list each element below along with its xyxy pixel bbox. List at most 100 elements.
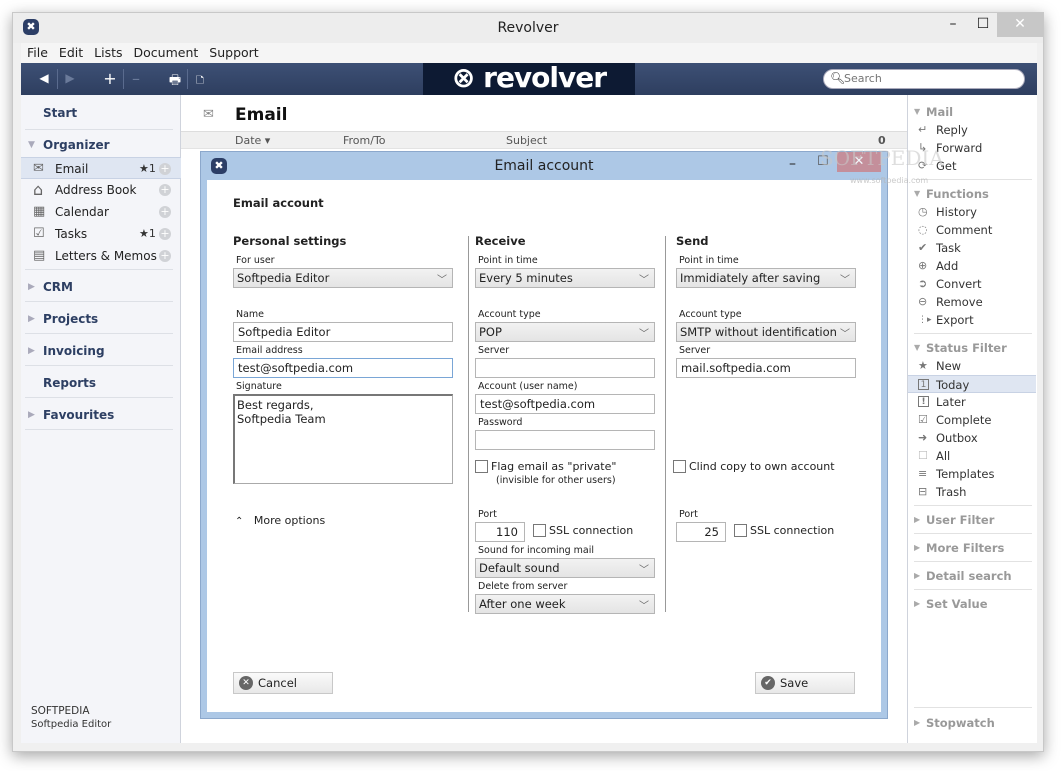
reply-icon: ↵ — [918, 123, 928, 136]
filter-templates[interactable]: ≡ Templates — [908, 465, 1036, 483]
action-history[interactable]: ◷ History — [908, 203, 1036, 221]
copy-own-account-checkbox[interactable] — [673, 460, 686, 473]
more-options-toggle[interactable]: ⌃ More options — [235, 514, 325, 527]
minus-circle-icon: ⊖ — [918, 295, 928, 308]
filter-later[interactable]: ! Later — [908, 393, 1036, 411]
divider — [25, 269, 173, 270]
remove-icon[interactable]: – — [125, 69, 147, 88]
column-date[interactable]: Date ▾ — [235, 134, 270, 147]
search-box[interactable]: 🔍︎ — [823, 69, 1025, 89]
action-label: Reply — [936, 123, 968, 137]
email-address-label: Email address — [236, 345, 303, 356]
signature-label: Signature — [236, 381, 282, 392]
section-stopwatch[interactable]: ▶ Stopwatch — [908, 714, 1034, 732]
section-user-filter[interactable]: ▶ User Filter — [908, 511, 1034, 529]
send-ssl-checkbox[interactable] — [734, 524, 747, 537]
add-circle-icon[interactable]: + — [159, 228, 171, 240]
search-input[interactable] — [844, 72, 1014, 85]
section-detail-search[interactable]: ▶ Detail search — [908, 567, 1034, 585]
email-address-field[interactable]: test@softpedia.com — [233, 358, 453, 378]
section-set-value[interactable]: ▶ Set Value — [908, 595, 1034, 613]
action-remove[interactable]: ⊖ Remove — [908, 293, 1036, 311]
sidebar-section-label: Favourites — [43, 408, 115, 422]
sound-select[interactable]: Default sound ﹀ — [475, 558, 655, 578]
exclamation-icon: ! — [918, 396, 929, 407]
menu-document[interactable]: Document — [128, 43, 204, 60]
sidebar-favourites[interactable]: ▶ Favourites — [21, 403, 171, 427]
sidebar-item-letters-memos[interactable]: ▤ Letters & Memos + — [21, 245, 181, 267]
minimize-button[interactable]: – — [937, 13, 969, 37]
sidebar-invoicing[interactable]: ▶ Invoicing — [21, 339, 171, 363]
account-field[interactable]: test@softpedia.com — [475, 394, 655, 414]
collapsed-arrow-icon: ▶ — [914, 599, 921, 608]
add-circle-icon[interactable]: + — [159, 250, 171, 262]
back-icon[interactable]: ◀ — [33, 71, 55, 85]
password-field[interactable] — [475, 430, 655, 450]
add-icon[interactable]: + — [99, 69, 121, 88]
chevron-down-icon: ﹀ — [840, 329, 850, 340]
add-circle-icon[interactable]: + — [159, 163, 171, 175]
menu-lists[interactable]: Lists — [88, 43, 127, 60]
sidebar-reports[interactable]: Reports — [21, 371, 171, 395]
flag-private-checkbox[interactable] — [475, 460, 488, 473]
filter-today[interactable]: 1 Today — [908, 375, 1036, 393]
send-type-select[interactable]: SMTP without identification ﹀ — [676, 322, 856, 342]
signature-textarea[interactable]: Best regards, Softpedia Team — [233, 394, 453, 484]
send-point-select[interactable]: Immidiately after saving ﹀ — [676, 268, 856, 288]
filter-outbox[interactable]: ➜ Outbox — [908, 429, 1036, 447]
action-reply[interactable]: ↵ Reply — [908, 121, 1036, 139]
section-status-filter[interactable]: ▼ Status Filter — [908, 339, 1034, 357]
menu-file[interactable]: File — [21, 43, 53, 60]
star-badge: ★1 — [139, 227, 156, 240]
maximize-button[interactable]: ☐ — [967, 13, 999, 37]
action-convert[interactable]: ➲ Convert — [908, 275, 1036, 293]
action-comment[interactable]: ◌ Comment — [908, 221, 1036, 239]
action-add[interactable]: ⊕ Add — [908, 257, 1036, 275]
filter-complete[interactable]: ☑ Complete — [908, 411, 1036, 429]
send-server-field[interactable]: mail.softpedia.com — [676, 358, 856, 378]
receive-port-field[interactable]: 110 — [475, 522, 525, 542]
column-from-to[interactable]: From/To — [343, 134, 386, 147]
menu-support[interactable]: Support — [203, 43, 263, 60]
note-icon[interactable]: 🗅 — [189, 71, 211, 92]
receive-point-value: Every 5 minutes — [479, 271, 573, 285]
sidebar-item-tasks[interactable]: ☑ Tasks ★1 + — [21, 223, 181, 245]
delete-select[interactable]: After one week ﹀ — [475, 594, 655, 614]
filter-all[interactable]: ☐ All — [908, 447, 1036, 465]
section-mail[interactable]: ▼ Mail — [908, 103, 1034, 121]
sidebar-start[interactable]: Start — [21, 101, 171, 125]
receive-type-select[interactable]: POP ﹀ — [475, 322, 655, 342]
menu-edit[interactable]: Edit — [53, 43, 88, 60]
sidebar-crm[interactable]: ▶ CRM — [21, 275, 171, 299]
receive-point-select[interactable]: Every 5 minutes ﹀ — [475, 268, 655, 288]
name-field[interactable]: Softpedia Editor — [233, 322, 453, 342]
section-more-filters[interactable]: ▶ More Filters — [908, 539, 1034, 557]
print-icon[interactable]: 🖶 — [164, 71, 186, 93]
filter-new[interactable]: ★ New — [908, 357, 1036, 375]
column-subject[interactable]: Subject — [506, 134, 547, 147]
section-functions[interactable]: ▼ Functions — [908, 185, 1034, 203]
add-circle-icon[interactable]: + — [159, 184, 171, 196]
add-circle-icon[interactable]: + — [159, 206, 171, 218]
forward-icon[interactable]: ▶ — [59, 71, 81, 85]
sidebar-item-email[interactable]: ✉ Email ★1 + — [21, 157, 181, 179]
filter-trash[interactable]: ⊟ Trash — [908, 483, 1036, 501]
save-button[interactable]: ✔ Save — [755, 672, 855, 694]
receive-server-field[interactable] — [475, 358, 655, 378]
action-export[interactable]: ⋮▸ Export — [908, 311, 1036, 329]
close-button[interactable]: ✕ — [997, 13, 1043, 37]
receive-ssl-checkbox[interactable] — [533, 524, 546, 537]
action-task[interactable]: ✔ Task — [908, 239, 1036, 257]
filter-label: Outbox — [936, 431, 978, 445]
dialog-minimize-button[interactable]: – — [789, 156, 796, 172]
cancel-button[interactable]: ✕ Cancel — [233, 672, 333, 694]
calendar-day-icon: 1 — [918, 379, 929, 390]
sidebar-item-address-book[interactable]: ⌂ Address Book + — [21, 179, 181, 201]
send-port-field[interactable]: 25 — [676, 522, 726, 542]
name-label: Name — [236, 309, 265, 320]
sidebar-projects[interactable]: ▶ Projects — [21, 307, 171, 331]
sidebar-item-calendar[interactable]: ▦ Calendar + — [21, 201, 181, 223]
sidebar-organizer[interactable]: ▼ Organizer — [21, 133, 171, 157]
divider — [25, 429, 173, 430]
for-user-select[interactable]: Softpedia Editor ﹀ — [233, 268, 453, 288]
